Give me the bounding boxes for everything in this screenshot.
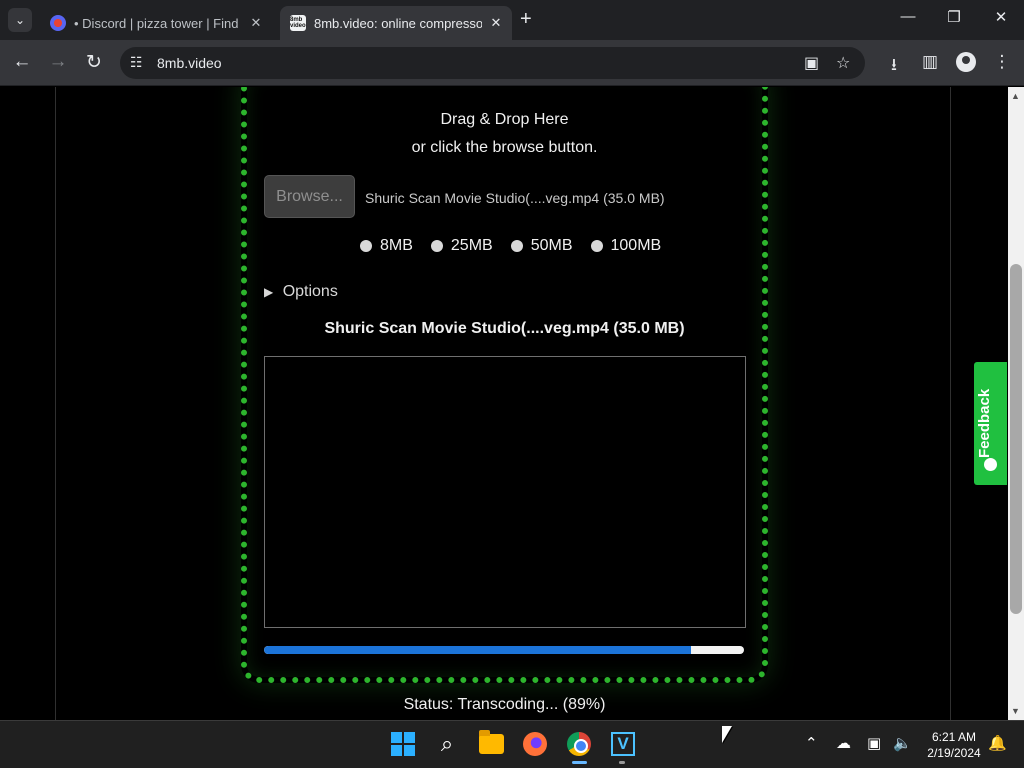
browser-toolbar: ← → ↻ ☷ 8mb.video ▣ ☆ ⭳ ▥ ⋮	[0, 40, 1024, 86]
tab-8mb-video[interactable]: 8mb video 8mb.video: online compressor f…	[280, 6, 512, 40]
feedback-smile-icon	[984, 458, 997, 471]
size-option-100mb[interactable]: 100MB	[590, 237, 662, 255]
tab-search-button[interactable]: ⌄	[8, 8, 32, 32]
onedrive-icon[interactable]: ☁	[836, 734, 851, 752]
radio-button[interactable]	[360, 240, 372, 252]
url-text: 8mb.video	[157, 55, 222, 71]
transcoding-progress-bar	[264, 646, 744, 654]
windows-start-icon[interactable]	[389, 730, 417, 758]
size-option-label: 8MB	[380, 237, 413, 254]
browse-button[interactable]: Browse...	[264, 175, 355, 218]
target-size-options: 8MB 25MB 50MB 100MB	[360, 237, 679, 255]
chevron-up-icon[interactable]: ⌃	[805, 734, 818, 752]
content-left-border	[55, 87, 56, 720]
close-window-icon[interactable]: ✕	[978, 8, 1024, 26]
radio-button[interactable]	[430, 240, 443, 252]
size-option-50mb[interactable]: 50MB	[510, 237, 573, 255]
active-app-indicator	[572, 761, 587, 764]
site-controls-icon[interactable]: ☷	[130, 54, 143, 71]
network-icon[interactable]: ▣	[867, 734, 881, 752]
tab-title-8mb-video: 8mb.video: online compressor f	[314, 15, 482, 31]
status-text: Status: Transcoding... (89%)	[403, 696, 606, 713]
back-icon[interactable]: ←	[10, 51, 34, 73]
tab-title-discord: • Discord | pizza tower | Find yo	[74, 15, 242, 31]
profile-avatar-icon[interactable]	[956, 52, 976, 72]
feedback-button[interactable]: Feedback	[974, 362, 1007, 485]
scrollbar-thumb[interactable]	[1010, 264, 1022, 614]
restore-icon[interactable]: ❐	[931, 8, 977, 26]
size-option-25mb[interactable]: 25MB	[430, 237, 493, 255]
close-icon[interactable]: ✕	[488, 15, 504, 31]
menu-kebab-icon[interactable]: ⋮	[990, 52, 1014, 72]
disclosure-triangle-icon[interactable]: ▶	[264, 285, 273, 299]
options-label: Options	[282, 283, 338, 300]
chrome-icon[interactable]	[565, 730, 593, 758]
address-bar[interactable]: ☷ 8mb.video ▣ ☆	[120, 47, 865, 79]
windows-taskbar: ⌕ V ⌃ ☁ ▣ 🔈 6:21 AM 2/19/2024 🔔	[0, 720, 1024, 768]
feedback-label: Feedback	[976, 388, 993, 458]
scroll-down-arrow-icon[interactable]: ▼	[1011, 706, 1020, 716]
selected-file-name: Shuric Scan Movie Studio(....veg.mp4 (35…	[365, 190, 665, 206]
browser-tab-strip: ⌄ • Discord | pizza tower | Find yo ✕ 8m…	[0, 0, 1024, 40]
discord-icon	[50, 15, 66, 31]
firefox-icon[interactable]	[521, 730, 549, 758]
visual-studio-icon[interactable]: V	[609, 730, 637, 758]
close-icon[interactable]: ✕	[248, 15, 264, 31]
size-option-label: 100MB	[610, 237, 662, 254]
forward-icon: →	[48, 51, 68, 72]
size-option-label: 50MB	[530, 237, 573, 254]
drop-title: Drag & Drop Here	[440, 111, 569, 128]
content-right-border	[950, 87, 951, 720]
web-page-viewport: Drag & Drop Here or click the browse but…	[0, 87, 1008, 720]
size-option-label: 25MB	[450, 237, 493, 254]
page-scrollbar[interactable]: ▲ ▼	[1008, 87, 1024, 720]
progress-fill	[264, 646, 692, 654]
radio-button[interactable]	[590, 240, 603, 252]
download-icon[interactable]: ⭳	[882, 52, 906, 81]
reload-icon[interactable]: ↻	[82, 51, 106, 74]
clock-date: 2/19/2024	[927, 746, 981, 760]
minimize-icon[interactable]: —	[885, 8, 931, 25]
tab-discord[interactable]: • Discord | pizza tower | Find yo ✕	[40, 6, 272, 40]
scroll-up-arrow-icon[interactable]: ▲	[1011, 91, 1020, 101]
volume-muted-icon[interactable]: 🔈	[893, 734, 912, 752]
clock-time: 6:21 AM	[931, 730, 977, 744]
mouse-cursor-icon	[722, 726, 732, 743]
bookmark-star-icon[interactable]: ☆	[836, 53, 850, 73]
file-explorer-icon[interactable]	[477, 730, 505, 758]
notification-bell-icon[interactable]: 🔔	[988, 734, 1007, 752]
radio-button[interactable]	[510, 240, 523, 252]
video-preview	[264, 356, 746, 628]
system-clock[interactable]: 6:21 AM 2/19/2024	[925, 729, 983, 761]
search-icon[interactable]: ⌕	[433, 730, 461, 758]
open-app-indicator	[619, 761, 625, 764]
video-file-title: Shuric Scan Movie Studio(....veg.mp4 (35…	[324, 320, 685, 337]
drop-subtitle: or click the browse button.	[411, 139, 598, 156]
options-disclosure[interactable]: ▶ Options	[264, 283, 338, 301]
size-option-8mb[interactable]: 8MB	[360, 237, 413, 255]
side-panel-icon[interactable]: ▥	[918, 52, 942, 72]
8mb-video-favicon-icon: 8mb video	[290, 15, 306, 31]
new-tab-button[interactable]: +	[520, 9, 532, 29]
install-app-icon[interactable]: ▣	[804, 53, 819, 73]
